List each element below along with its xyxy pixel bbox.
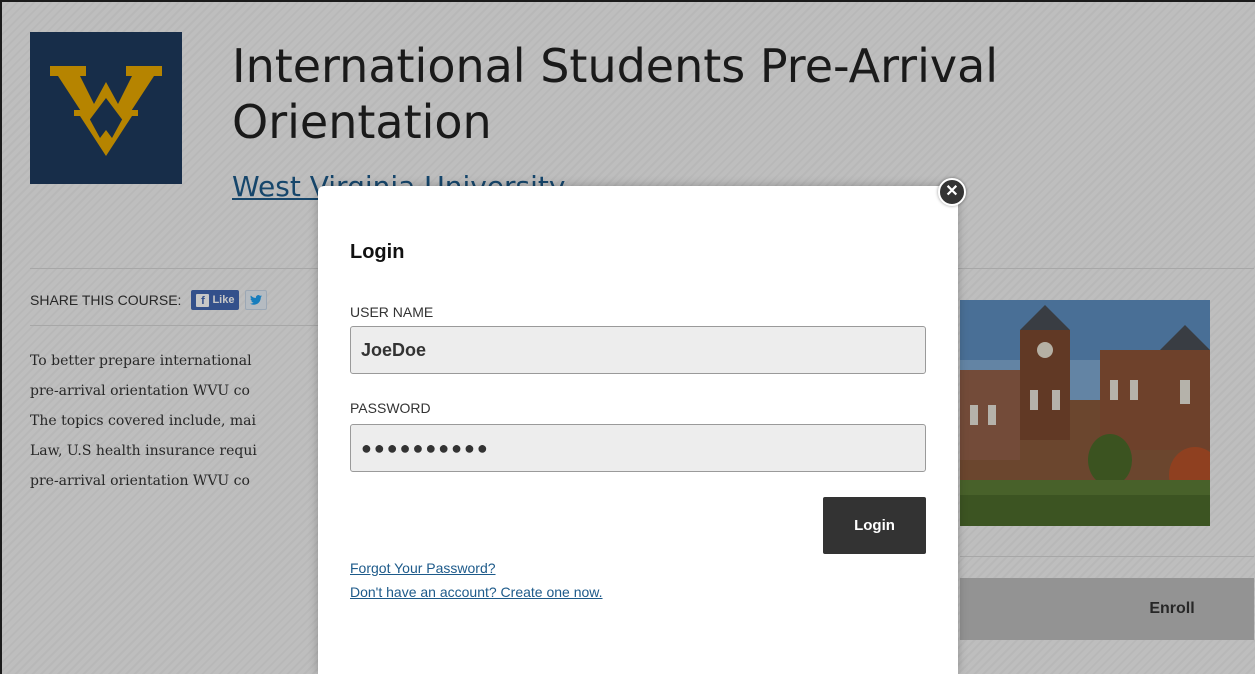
username-input[interactable]: JoeDoe: [350, 326, 926, 374]
login-title: Login: [350, 241, 405, 263]
create-account-link[interactable]: Don't have an account? Create one now.: [350, 584, 603, 600]
close-icon[interactable]: ✕: [938, 178, 966, 206]
password-input[interactable]: ●●●●●●●●●●: [350, 424, 926, 472]
password-label: PASSWORD: [350, 400, 431, 416]
username-value: JoeDoe: [361, 339, 427, 360]
password-value: ●●●●●●●●●●: [361, 437, 490, 458]
login-button[interactable]: Login: [823, 497, 926, 554]
login-modal: Login USER NAME JoeDoe PASSWORD ●●●●●●●●…: [318, 186, 958, 674]
username-label: USER NAME: [350, 304, 434, 320]
forgot-password-link[interactable]: Forgot Your Password?: [350, 560, 496, 576]
